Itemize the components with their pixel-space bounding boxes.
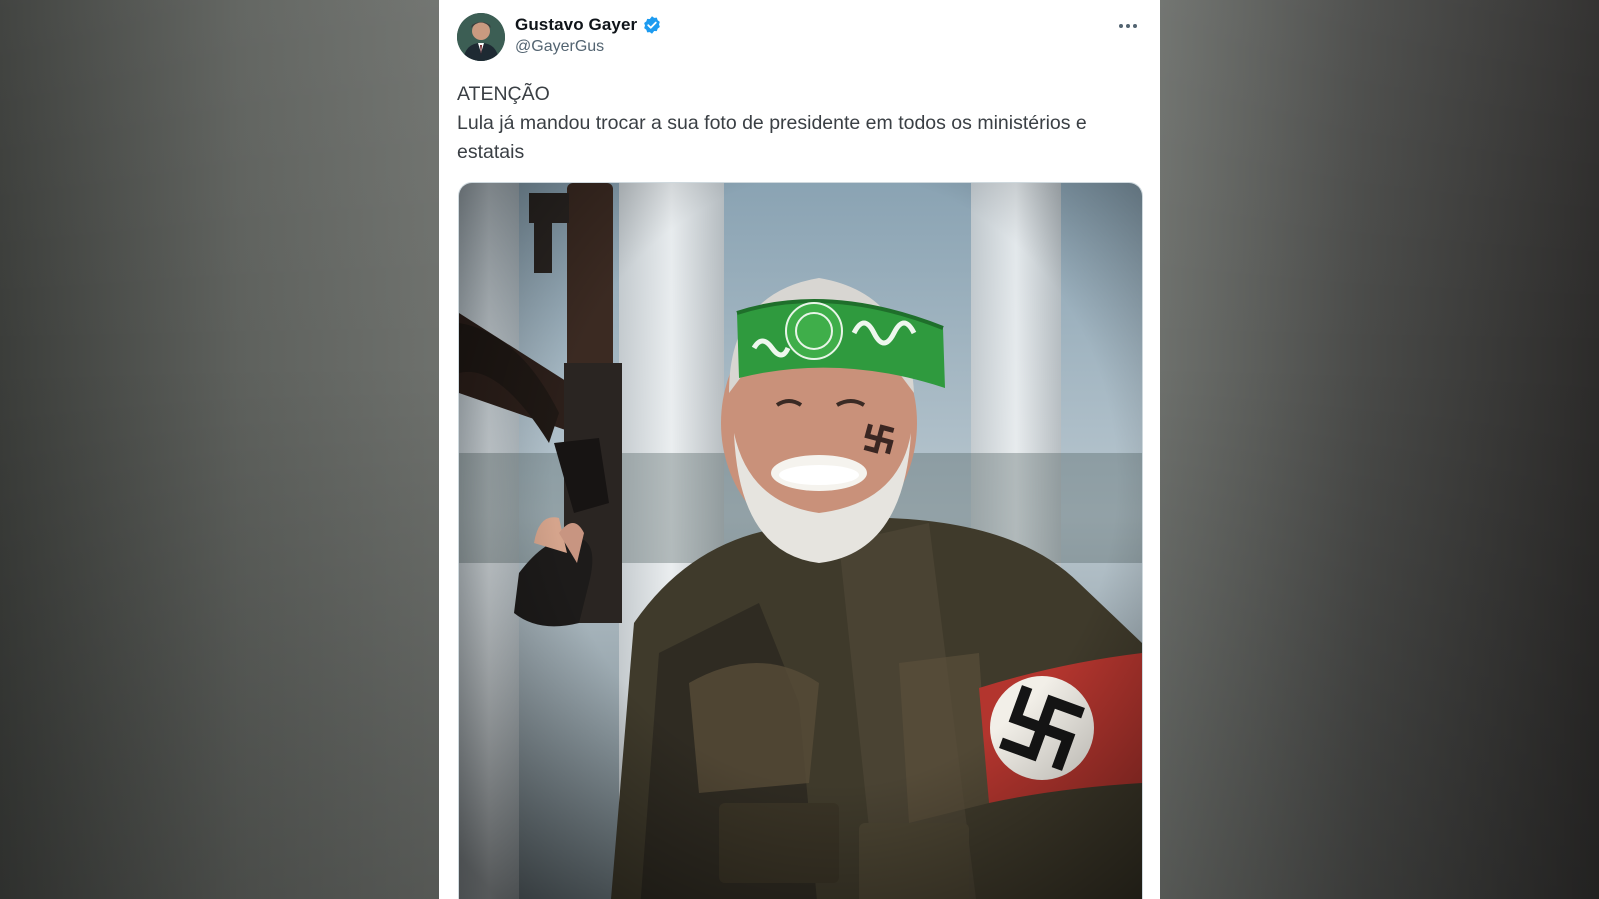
tweet-text: ATENÇÃO Lula já mandou trocar a sua foto… [457, 80, 1147, 167]
avatar[interactable] [457, 13, 505, 61]
tweet-card[interactable]: Gustavo Gayer @GayerGus ATENÇÃO Lula já … [439, 0, 1160, 899]
tweet-media-photo[interactable] [458, 182, 1143, 899]
tweet-text-line: Lula já mandou trocar a sua foto de pres… [457, 112, 1087, 134]
author-display-name[interactable]: Gustavo Gayer [515, 15, 637, 35]
ellipsis-icon [1119, 24, 1123, 28]
author-name-row: Gustavo Gayer [515, 14, 662, 36]
tweet-text-line: ATENÇÃO [457, 83, 550, 105]
tweet-text-line: estatais [457, 141, 525, 163]
verified-badge-icon [644, 16, 661, 34]
more-options-button[interactable] [1114, 16, 1142, 36]
author-handle[interactable]: @GayerGus [515, 38, 604, 56]
